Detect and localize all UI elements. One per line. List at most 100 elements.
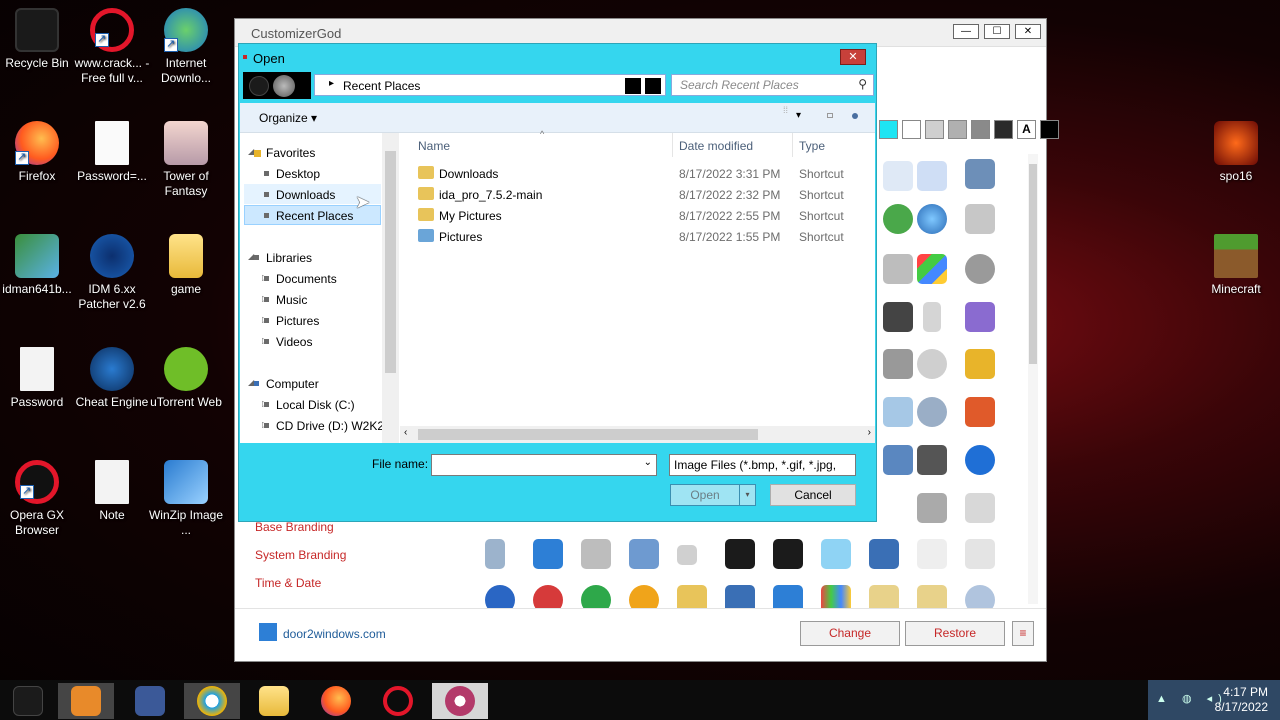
scroll-right-icon[interactable]: › [868, 427, 871, 438]
resource-icon[interactable] [883, 161, 913, 191]
nav-music[interactable]: ▷Music [262, 293, 307, 307]
taskbar-opera[interactable] [370, 683, 426, 719]
speaker-icon[interactable] [883, 349, 913, 379]
clock[interactable]: 4:17 PM 8/17/2022 [1215, 685, 1268, 715]
presentation-icon[interactable] [965, 539, 995, 569]
server-icon[interactable] [917, 445, 947, 475]
dvd-drive-icon[interactable] [965, 254, 995, 284]
breadcrumb-chevron-icon[interactable]: ▸ [329, 78, 334, 89]
taskbar-facebook[interactable] [122, 683, 178, 719]
pda-icon[interactable] [485, 539, 505, 569]
desktop-icon-note[interactable]: Note [74, 460, 150, 523]
history-dropdown-button[interactable] [625, 78, 641, 94]
scanner-icon[interactable] [917, 493, 947, 523]
horizontal-scrollbar[interactable]: ‹ › [400, 426, 875, 443]
desktop-icon-opera-gx[interactable]: Opera GX Browser [0, 460, 75, 538]
users-icon[interactable] [883, 445, 913, 475]
desktop-icon-firefox[interactable]: Firefox [0, 121, 75, 184]
nav-libraries[interactable]: ◢ Libraries [248, 251, 312, 265]
nav-downloads[interactable]: Downloads [264, 188, 335, 202]
printer-check-icon[interactable] [965, 302, 995, 332]
desktop-icon-minecraft[interactable]: Minecraft [1198, 234, 1274, 297]
category-time-date[interactable]: Time & Date [255, 576, 321, 590]
avatar-icon[interactable] [725, 539, 755, 569]
dialog-titlebar[interactable]: Open ✕ [239, 44, 876, 72]
column-header-type[interactable]: Type [799, 139, 825, 153]
column-divider[interactable] [672, 133, 673, 157]
media-icon[interactable] [883, 302, 913, 332]
desktop-icon-idm-patcher[interactable]: IDM 6.xx Patcher v2.6 [74, 234, 150, 312]
open-button[interactable]: Open ▾ [670, 484, 756, 506]
nav-documents[interactable]: ▷Documents [262, 272, 337, 286]
column-divider[interactable] [792, 133, 793, 157]
taskbar-browser[interactable] [184, 683, 240, 719]
file-row[interactable]: My Pictures 8/17/2022 2:55 PM Shortcut [418, 206, 868, 227]
back-button[interactable] [249, 76, 269, 96]
disc-icon[interactable] [917, 349, 947, 379]
scrollbar-thumb[interactable] [418, 429, 758, 440]
taskbar-file-explorer[interactable] [246, 683, 302, 719]
desktop-icon-tower-of-fantasy[interactable]: Tower of Fantasy [148, 121, 224, 199]
scrollbar-thumb[interactable] [385, 151, 396, 373]
column-header-date[interactable]: Date modified [679, 139, 753, 153]
nav-cd-drive[interactable]: ▷CD Drive (D:) W2K20 [262, 419, 391, 433]
start-button[interactable] [0, 683, 56, 719]
file-row[interactable]: ida_pro_7.5.2-main 8/17/2022 2:32 PM Sho… [418, 185, 868, 206]
display-icon[interactable] [533, 539, 563, 569]
document-icon[interactable] [917, 539, 947, 569]
resource-icon[interactable] [917, 161, 947, 191]
desktop-icon-recycle-bin[interactable]: Recycle Bin [0, 8, 75, 71]
swatch-text-a[interactable]: A [1017, 120, 1036, 139]
desktop-icon-winzip[interactable]: WinZip Image ... [148, 460, 224, 538]
printer-icon[interactable] [965, 204, 995, 234]
search-input[interactable]: Search Recent Places ⚲ [671, 74, 874, 96]
swatch-charcoal[interactable] [994, 120, 1013, 139]
desktop-icon-utorrent[interactable]: uTorrent Web [148, 347, 224, 410]
nav-videos[interactable]: ▷Videos [262, 335, 312, 349]
help-icon[interactable] [852, 113, 858, 119]
desktop-icon-crack[interactable]: www.crack... - Free full v... [74, 8, 150, 86]
taskbar-firefox[interactable] [308, 683, 364, 719]
dialog-close-button[interactable]: ✕ [840, 49, 866, 65]
desktop-icon-password-file[interactable]: Password=... [74, 121, 150, 184]
file-name-input[interactable]: ⌄ [431, 454, 657, 476]
preview-pane-icon[interactable] [827, 113, 833, 118]
panel-icon[interactable] [629, 539, 659, 569]
menu-button[interactable]: ≡ [1012, 621, 1034, 646]
nav-pictures[interactable]: ▷Pictures [262, 314, 319, 328]
open-split-dropdown[interactable]: ▾ [739, 485, 755, 505]
nav-recent-places[interactable]: Recent Places [264, 209, 353, 223]
door2windows-link[interactable]: door2windows.com [283, 627, 386, 641]
desktop-icon-internet-download[interactable]: Internet Downlo... [148, 8, 224, 86]
swatch-white[interactable] [902, 120, 921, 139]
scanner-icon[interactable] [581, 539, 611, 569]
cancel-button[interactable]: Cancel [770, 484, 856, 506]
icon-grid-scrollbar[interactable] [1028, 154, 1038, 604]
taskbar-customizergod[interactable] [432, 683, 488, 719]
desktop-icon-password[interactable]: Password [0, 347, 75, 410]
swatch-black[interactable] [1040, 120, 1059, 139]
address-bar[interactable]: ▸ Recent Places [314, 74, 666, 96]
column-header-name[interactable]: Name [418, 139, 450, 153]
refresh-button[interactable] [645, 78, 661, 94]
swatch-gray[interactable] [948, 120, 967, 139]
file-type-filter[interactable]: Image Files (*.bmp, *.gif, *.jpg, [669, 454, 856, 476]
network-globe-icon[interactable] [917, 204, 947, 234]
gear-icon[interactable] [917, 397, 947, 427]
puzzle-icon[interactable] [965, 159, 995, 189]
display-frame-icon[interactable] [821, 539, 851, 569]
organize-button[interactable]: Organize ▾ [259, 111, 317, 125]
file-row[interactable]: Downloads 8/17/2022 3:31 PM Shortcut [418, 164, 868, 185]
breadcrumb-recent-places[interactable]: Recent Places [343, 79, 420, 93]
search-icon[interactable]: ⚲ [858, 77, 867, 91]
maximize-button[interactable]: ☐ [984, 24, 1010, 39]
info-icon[interactable] [965, 445, 995, 475]
view-icon[interactable]: ⁞⁞ [783, 105, 788, 115]
drive-icon[interactable] [883, 254, 913, 284]
nav-local-disk[interactable]: ▷Local Disk (C:) [262, 398, 355, 412]
desktop-icon-idman[interactable]: idman641b... [0, 234, 75, 297]
change-button[interactable]: Change [800, 621, 900, 646]
swatch-cyan[interactable] [879, 120, 898, 139]
swatch-light-gray[interactable] [925, 120, 944, 139]
chevron-down-icon[interactable]: ⌄ [644, 457, 652, 468]
